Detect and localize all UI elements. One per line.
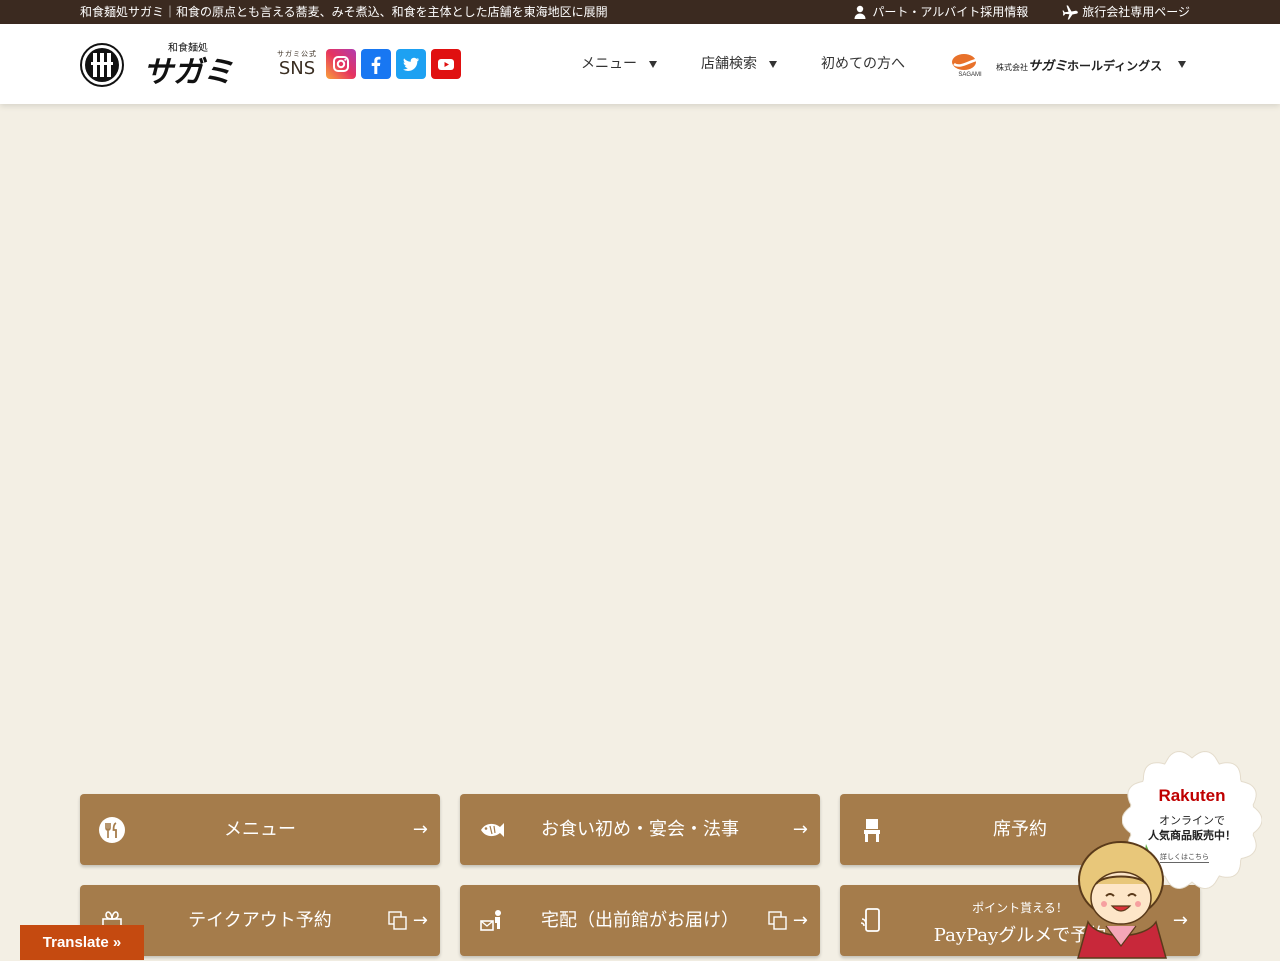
site-header: 和食麺処 サガミ サガミ公式 SNS メニュー 店舗検索 初めての方へ SAGA… [0,24,1280,104]
caret-down-icon [649,60,657,68]
nav-first-time-label: 初めての方へ [821,56,905,72]
facebook-icon [371,56,381,74]
menu-button-label: メニュー [224,819,296,840]
recruit-link[interactable]: パート・アルバイト採用情報 [852,0,1028,24]
top-links: パート・アルバイト採用情報 旅行会社専用ページ [852,0,1190,24]
nav-menu[interactable]: メニュー [581,24,657,104]
arrow-right-icon: → [792,910,808,931]
holdings-link[interactable]: SAGAMI 株式会社サガミホールディングス [950,50,1187,78]
celebration-banquet-button[interactable]: お食い初め・宴会・法事 → [460,794,820,865]
recruit-label: パート・アルバイト採用情報 [872,5,1029,19]
holdings-brand: サガミ [1028,58,1068,74]
celebration-banquet-label: お食い初め・宴会・法事 [541,819,739,840]
facebook-button[interactable] [361,49,391,79]
sagami-logo[interactable]: 和食麺処 サガミ [80,40,252,90]
mascot-character-icon [1077,841,1167,959]
rakuten-line1: オンラインで [1159,814,1225,827]
top-bar: 和食麺処サガミ｜和食の原点とも言える蕎麦、みそ煮込、和食を主体とした店舗を東海地… [0,0,1280,24]
youtube-icon [438,59,454,70]
external-link-icon [388,911,407,930]
caret-down-icon [1178,60,1187,68]
nav-store-search[interactable]: 店舗検索 [701,24,777,104]
delivery-button[interactable]: 宅配（出前館がお届け） → [460,885,820,956]
youtube-button[interactable] [431,49,461,79]
caret-down-icon [769,60,777,68]
menu-button[interactable]: メニュー → [80,794,440,865]
nav-store-search-label: 店舗検索 [701,56,757,72]
instagram-button[interactable] [326,49,356,79]
site-tagline: 和食麺処サガミ｜和食の原点とも言える蕎麦、みそ煮込、和食を主体とした店舗を東海地… [80,5,608,19]
instagram-icon [333,56,349,72]
holdings-suffix: ホールディングス [1067,58,1163,73]
twitter-icon [403,57,419,71]
person-icon [854,5,866,19]
external-link-icon [768,911,787,930]
holdings-mark-text: SAGAMI [958,72,982,78]
twitter-button[interactable] [396,49,426,79]
arrow-right-icon: → [412,910,428,931]
arrow-right-icon: → [412,819,428,840]
holdings-name: 株式会社サガミホールディングス [996,55,1162,74]
sns-label: サガミ公式 SNS [277,50,317,80]
logo-main: サガミ [143,55,233,90]
logo-sub: 和食麺処 [168,41,208,54]
arrow-right-icon: → [792,819,808,840]
sns-big: SNS [278,58,316,79]
translate-button[interactable]: Translate » [20,925,144,960]
delivery-label: 宅配（出前館がお届け） [541,910,739,931]
holdings-company: 株式会社 [996,62,1028,72]
rakuten-logo: Rakuten [1158,786,1226,805]
sns-small: サガミ公式 [277,50,317,58]
nav-menu-label: メニュー [581,56,637,72]
nav-first-time[interactable]: 初めての方へ [821,24,905,104]
airplane-icon [1062,5,1079,20]
sagami-holdings-mark-icon: SAGAMI [952,54,987,78]
travel-agency-link[interactable]: 旅行会社専用ページ [1062,0,1190,24]
travel-label: 旅行会社専用ページ [1082,5,1190,19]
